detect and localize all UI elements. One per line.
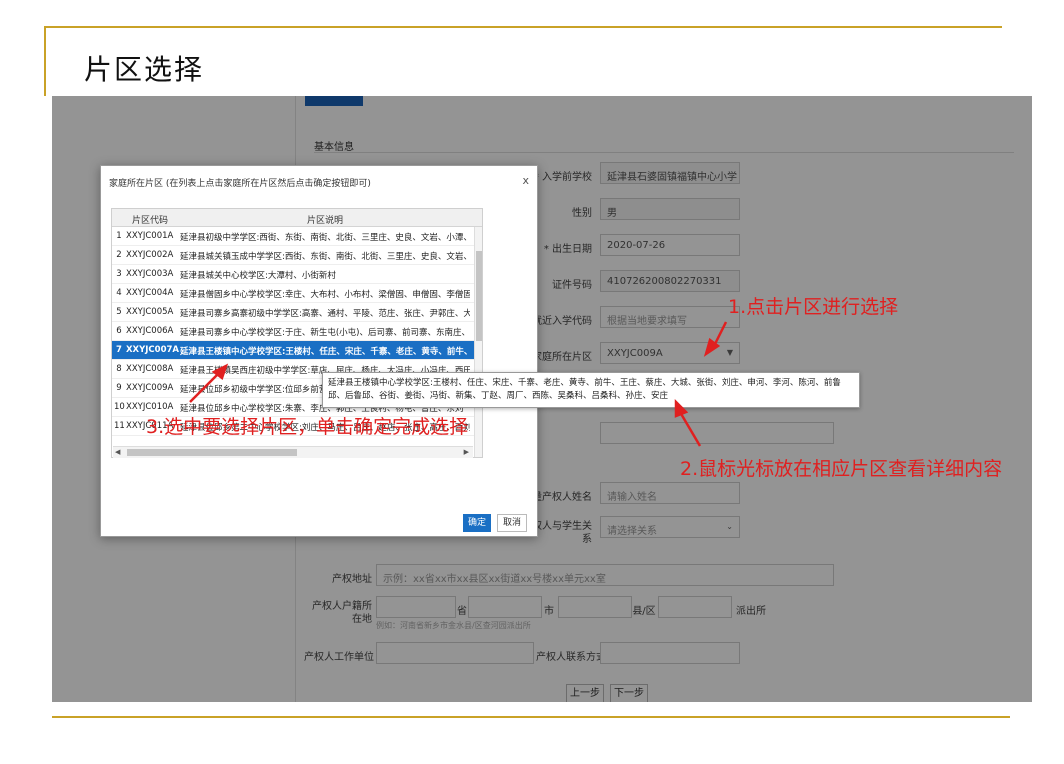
row-desc: 延津县城关镇玉成中学学区:西街、东街、南街、北街、三里庄、史良、文岩、小潭 <box>180 252 470 262</box>
annotation-step-3: 3.选中要选择片区，单击确定完成选择 <box>146 416 469 438</box>
district-tooltip: 延津县王楼镇中心学校学区:王楼村、任庄、宋庄、千寨、老庄、黄寺、前牛、王庄、蔡庄… <box>322 372 860 408</box>
table-row[interactable]: 6 XXYJC006A 延津县司寨乡中心学校学区:于庄、新生屯(小屯)、后司寨、… <box>112 322 474 341</box>
table-row[interactable]: 5 XXYJC005A 延津县司寨乡高寨初级中学学区:高寨、通村、平陵、范庄、张… <box>112 303 474 322</box>
row-number: 10 <box>114 402 125 412</box>
annotation-step-2: 2.鼠标光标放在相应片区查看详细内容 <box>680 458 1003 480</box>
slide-title: 片区选择 <box>84 53 205 86</box>
close-icon[interactable]: x <box>522 174 529 187</box>
row-number: 8 <box>116 364 122 374</box>
slide-top-rule <box>44 26 1002 28</box>
header-desc: 片区说明 <box>306 216 343 226</box>
table-row[interactable]: 4 XXYJC004A 延津县僧固乡中心学校学区:幸庄、大布村、小布村、梁僧固、… <box>112 284 474 303</box>
row-number: 7 <box>116 345 122 355</box>
row-code: XXYJC008A <box>126 364 174 374</box>
horizontal-scrollbar[interactable]: ◀ ▶ <box>113 446 473 458</box>
row-number: 4 <box>116 288 122 298</box>
row-number: 11 <box>114 421 125 431</box>
row-number: 3 <box>116 269 122 279</box>
slide-left-rule <box>44 26 46 96</box>
row-desc: 延津县司寨乡中心学校学区:于庄、新生屯(小屯)、后司寨、前司寨、东南庄、王 <box>180 328 470 338</box>
scroll-left-icon[interactable]: ◀ <box>115 448 120 456</box>
table-row[interactable]: 3 XXYJC003A 延津县城关中心校学区:大潭村、小街新村 <box>112 265 474 284</box>
scroll-right-icon[interactable]: ▶ <box>464 448 469 456</box>
row-code: XXYJC006A <box>126 326 174 336</box>
row-code: XXYJC010A <box>126 402 174 412</box>
table-row[interactable]: 1 XXYJC001A 延津县初级中学学区:西街、东街、南街、北街、三里庄、史良… <box>112 227 474 246</box>
row-number: 9 <box>116 383 122 393</box>
row-code: XXYJC002A <box>126 250 174 260</box>
cancel-button[interactable]: 取消 <box>497 514 527 532</box>
table-row-selected[interactable]: 7 XXYJC007A 延津县王楼镇中心学校学区:王楼村、任庄、宋庄、千寨、老庄… <box>112 341 474 360</box>
slide-bottom-rule <box>52 716 1010 718</box>
scrollbar-thumb[interactable] <box>127 449 297 456</box>
row-number: 6 <box>116 326 122 336</box>
dialog-title: 家庭所在片区 (在列表上点击家庭所在片区然后点击确定按钮即可) <box>109 179 371 189</box>
row-number: 2 <box>116 250 122 260</box>
row-code: XXYJC007A <box>126 345 179 355</box>
table-row[interactable]: 2 XXYJC002A 延津县城关镇玉成中学学区:西街、东街、南街、北街、三里庄… <box>112 246 474 265</box>
row-desc: 延津县初级中学学区:西街、东街、南街、北街、三里庄、史良、文岩、小潭、孔潭 <box>180 233 470 243</box>
district-picker-dialog: 家庭所在片区 (在列表上点击家庭所在片区然后点击确定按钮即可) x 片区代码 片… <box>100 165 538 537</box>
row-desc: 延津县僧固乡中心学校学区:幸庄、大布村、小布村、梁僧固、申僧固、李僧固、辉 <box>180 290 470 300</box>
row-code: XXYJC004A <box>126 288 174 298</box>
row-number: 1 <box>116 231 122 241</box>
grid-header: 片区代码 片区说明 <box>112 209 482 227</box>
row-code: XXYJC001A <box>126 231 174 241</box>
row-desc: 延津县司寨乡高寨初级中学学区:高寨、通村、平陵、范庄、张庄、尹郭庄、大留固 <box>180 309 470 319</box>
row-number: 5 <box>116 307 122 317</box>
header-code: 片区代码 <box>131 216 168 226</box>
row-code: XXYJC003A <box>126 269 174 279</box>
row-desc: 延津县城关中心校学区:大潭村、小街新村 <box>180 271 336 281</box>
row-code: XXYJC009A <box>126 383 174 393</box>
scrollbar-thumb[interactable] <box>476 251 482 341</box>
row-code: XXYJC005A <box>126 307 174 317</box>
annotation-step-1: 1.点击片区进行选择 <box>728 296 899 318</box>
confirm-button[interactable]: 确定 <box>463 514 491 532</box>
vertical-scrollbar[interactable] <box>474 227 482 457</box>
row-desc: 延津县王楼镇中心学校学区:王楼村、任庄、宋庄、千寨、老庄、黄寺、前牛、王庄 <box>180 347 470 357</box>
